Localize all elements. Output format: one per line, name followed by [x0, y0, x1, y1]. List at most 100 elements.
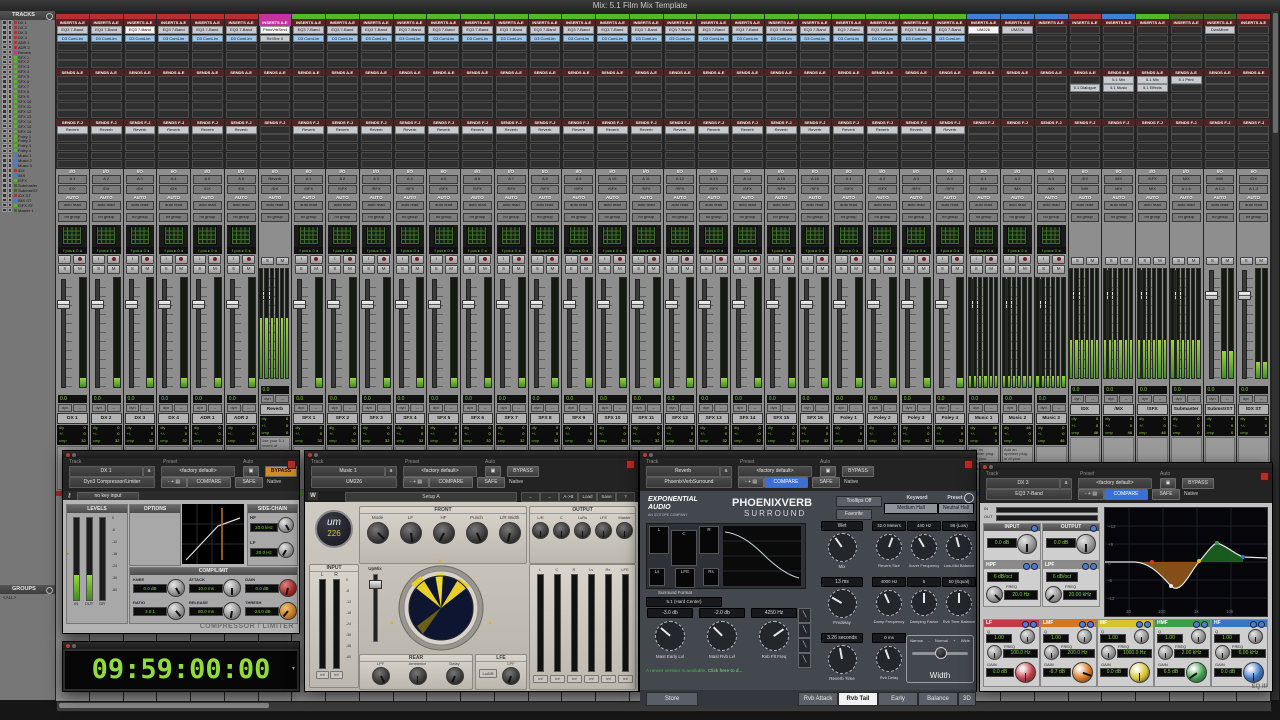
output-path-selector[interactable]: /SFX	[936, 185, 965, 194]
send-slot-empty[interactable]	[57, 134, 88, 142]
surround-panner-grid[interactable]	[231, 226, 251, 245]
pan-position-value[interactable]: f pos ▸ 0 ◂	[969, 247, 998, 254]
send-slot-empty[interactable]	[597, 110, 628, 118]
track-name[interactable]: SFX 14	[732, 413, 763, 424]
bypass-button[interactable]: BYPASS	[1182, 478, 1214, 489]
input-path-selector[interactable]: A 7	[497, 175, 526, 184]
sends-fj-header[interactable]: SENDS F-J	[1237, 119, 1270, 126]
pan-indicator[interactable]: ↔	[579, 404, 593, 412]
send-slot-empty[interactable]	[563, 110, 594, 118]
send-slot-empty[interactable]	[665, 160, 696, 168]
send-slot-empty[interactable]	[327, 160, 358, 168]
send-slot-empty[interactable]	[800, 102, 831, 110]
send-slot-empty[interactable]	[1070, 93, 1101, 101]
insert-slot[interactable]: D3 ComLim	[327, 35, 358, 43]
volume-fader[interactable]	[226, 300, 239, 309]
sends-fj-header[interactable]: SENDS F-J	[934, 119, 967, 126]
update-link[interactable]: Click here to d...	[708, 669, 743, 674]
volume-readout[interactable]: 0.0	[801, 395, 830, 403]
sends-ae-header[interactable]: SENDS A-E	[664, 69, 697, 76]
record-enable-button[interactable]	[715, 255, 728, 264]
insert-slot-empty[interactable]	[496, 52, 527, 60]
send-slot-empty[interactable]	[968, 160, 999, 168]
send-slot-empty[interactable]	[125, 110, 156, 118]
insert-slot[interactable]: EQ3 7-Band	[631, 26, 662, 34]
send-slot-empty[interactable]	[800, 134, 831, 142]
filter-freq-knob[interactable]	[986, 586, 1003, 603]
output-knob[interactable]	[553, 522, 570, 539]
volume-fader[interactable]	[631, 300, 644, 309]
pan-position-value[interactable]: f pos ▸ 0 ◂	[699, 247, 728, 254]
insert-slot-empty[interactable]	[1238, 52, 1269, 60]
sends-fj-header[interactable]: SENDS F-J	[765, 119, 798, 126]
insert-slot-empty[interactable]	[530, 60, 561, 68]
record-enable-button[interactable]	[377, 255, 390, 264]
insert-slot-empty[interactable]	[192, 52, 223, 60]
pan-position-value[interactable]: f pos ▸ 0 ◂	[936, 247, 965, 254]
record-enable-button[interactable]	[580, 255, 593, 264]
sends-ae-header[interactable]: SENDS A-E	[326, 69, 359, 76]
phx-knob[interactable]	[707, 621, 737, 651]
filter-freq-display[interactable]: 20.00 kHz	[1063, 590, 1097, 600]
volume-readout[interactable]: 0.0	[193, 395, 222, 403]
insert-slot-empty[interactable]	[901, 43, 932, 51]
output-path-selector[interactable]: A 1-6	[1172, 185, 1201, 194]
volume-readout[interactable]: 0.0	[632, 395, 661, 403]
track-name[interactable]: DX 4	[158, 413, 189, 424]
record-enable-button[interactable]	[310, 255, 323, 264]
pan-indicator[interactable]: ↔	[1220, 395, 1234, 403]
insert-slot[interactable]: EQ3 7-Band	[293, 26, 324, 34]
automation-mode-selector[interactable]: auto read	[227, 201, 256, 210]
send-slot-empty[interactable]	[530, 160, 561, 168]
volume-fader[interactable]	[158, 300, 171, 309]
sends-ae-header[interactable]: SENDS A-E	[191, 69, 224, 76]
pan-indicator[interactable]: ↔	[714, 404, 728, 412]
insert-slot-empty[interactable]	[1137, 60, 1168, 68]
track-show-toggle[interactable]	[2, 40, 7, 45]
surround-panner-grid[interactable]	[602, 226, 622, 245]
insert-slot-empty[interactable]	[1070, 52, 1101, 60]
band-q-knob[interactable]	[1191, 629, 1206, 644]
front-knob[interactable]	[433, 522, 455, 544]
send-slot[interactable]: Reverb	[597, 126, 628, 134]
track-show-toggle[interactable]	[2, 129, 7, 134]
send-slot[interactable]: 5.1 Mix	[1103, 76, 1134, 84]
slope-mini-button[interactable]: ╲	[798, 623, 811, 638]
track-name[interactable]: SFX 5	[428, 413, 459, 424]
input-monitor-button[interactable]: I	[1037, 255, 1050, 264]
send-slot-empty[interactable]	[631, 160, 662, 168]
tab-early[interactable]: Early	[878, 692, 918, 706]
insert-slot-empty[interactable]	[1002, 35, 1033, 43]
pan-position-value[interactable]: f pos ▸ 0 ◂	[328, 247, 357, 254]
output-inf-button[interactable]: inf	[533, 675, 548, 683]
volume-readout[interactable]: 0.0	[159, 395, 188, 403]
output-path-selector[interactable]: /MX	[1003, 185, 1032, 194]
phx-knob[interactable]	[759, 621, 789, 651]
send-slot-empty[interactable]	[1137, 143, 1168, 151]
insert-slot-empty[interactable]	[158, 43, 189, 51]
send-slot-empty[interactable]	[192, 152, 223, 160]
track-show-toggle[interactable]	[2, 84, 7, 89]
track-show-toggle[interactable]	[2, 139, 7, 144]
insert-slot-empty[interactable]	[800, 52, 831, 60]
send-slot-empty[interactable]	[125, 143, 156, 151]
solo-button[interactable]: S	[362, 265, 375, 274]
group-selector[interactable]: no group	[294, 213, 323, 222]
input-path-selector[interactable]: MIX	[1172, 175, 1201, 184]
send-slot-empty[interactable]	[766, 143, 797, 151]
dyn-indicator[interactable]: dyn	[227, 404, 241, 412]
insert-slot-empty[interactable]	[260, 60, 291, 68]
track-show-toggle[interactable]	[2, 203, 7, 208]
send-slot-empty[interactable]	[530, 93, 561, 101]
mute-button[interactable]: M	[411, 265, 424, 274]
send-slot[interactable]: Reverb	[125, 126, 156, 134]
track-name[interactable]: Reverb	[260, 404, 291, 415]
surround-panner-grid[interactable]	[974, 226, 994, 245]
send-slot-empty[interactable]	[226, 76, 257, 84]
automation-mode-selector[interactable]: auto read	[531, 201, 560, 210]
send-slot-empty[interactable]	[901, 93, 932, 101]
output-path-selector[interactable]: /SFX	[868, 185, 897, 194]
track-name[interactable]: Music 1	[968, 413, 999, 424]
send-slot[interactable]: Reverb	[732, 126, 763, 134]
tab-rvb-tail[interactable]: Rvb Tail	[838, 692, 878, 706]
